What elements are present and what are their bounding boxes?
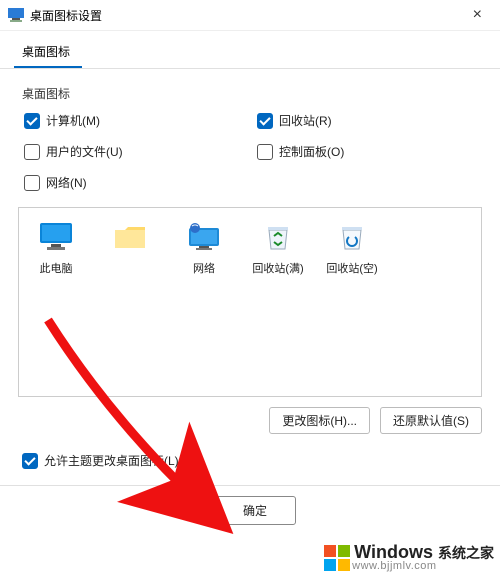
checkbox-box-icon [24, 113, 40, 129]
checkbox-computer[interactable]: 计算机(M) [24, 112, 249, 129]
group-label-desktop-icons: 桌面图标 [18, 79, 482, 110]
app-icon [8, 8, 24, 22]
close-button[interactable]: × [467, 6, 488, 24]
folder-icon [113, 222, 147, 252]
tab-row: 桌面图标 [0, 31, 500, 69]
recycle-empty-icon [335, 222, 369, 252]
title-bar: 桌面图标设置 × [0, 0, 500, 31]
checkbox-label: 控制面板(O) [279, 143, 344, 160]
content-area: 桌面图标 计算机(M) 回收站(R) 用户的文件(U) 控制面板(O) 网络(N… [0, 69, 500, 525]
icon-label: 此电脑 [40, 260, 73, 276]
icon-item-network[interactable]: 网络 [167, 222, 241, 276]
watermark-text: Windows [354, 542, 433, 562]
windows-logo-icon [324, 545, 350, 571]
icon-item-recyclebin-full[interactable]: 回收站(满) [241, 222, 315, 276]
checkbox-label: 允许主题更改桌面图标(L) [44, 452, 179, 469]
watermark-url: www.bjjmlv.com [352, 561, 494, 572]
checkbox-label: 网络(N) [46, 174, 87, 191]
restore-default-button[interactable]: 还原默认值(S) [380, 407, 482, 434]
checkbox-allow-themes[interactable]: 允许主题更改桌面图标(L) [22, 452, 482, 469]
icon-item-recyclebin-empty[interactable]: 回收站(空) [315, 222, 389, 276]
checkbox-box-icon [22, 453, 38, 469]
checkbox-box-icon [24, 175, 40, 191]
checkbox-grid: 计算机(M) 回收站(R) 用户的文件(U) 控制面板(O) 网络(N) [18, 110, 482, 197]
tab-desktop-icons[interactable]: 桌面图标 [14, 39, 82, 68]
allow-themes-row: 允许主题更改桌面图标(L) [18, 438, 482, 469]
icon-preview-panel: 此电脑 网络 回收站(满) 回收站(空) [18, 207, 482, 397]
icon-label: 回收站(满) [252, 260, 303, 276]
icon-label: 网络 [193, 260, 215, 276]
checkbox-box-icon [257, 113, 273, 129]
checkbox-label: 计算机(M) [46, 112, 100, 129]
icon-item-folder[interactable] [93, 222, 167, 260]
checkbox-box-icon [24, 144, 40, 160]
network-icon [187, 222, 221, 252]
icon-buttons-row: 更改图标(H)... 还原默认值(S) [18, 397, 482, 438]
checkbox-label: 用户的文件(U) [46, 143, 123, 160]
window-title: 桌面图标设置 [30, 7, 467, 24]
icon-label: 回收站(空) [326, 260, 377, 276]
checkbox-label: 回收站(R) [279, 112, 332, 129]
dialog-buttons-row: 确定 [18, 486, 482, 525]
checkbox-network[interactable]: 网络(N) [24, 174, 249, 191]
checkbox-userfiles[interactable]: 用户的文件(U) [24, 143, 249, 160]
icon-item-thispc[interactable]: 此电脑 [19, 222, 93, 276]
ok-button[interactable]: 确定 [214, 496, 296, 525]
checkbox-box-icon [257, 144, 273, 160]
change-icon-button[interactable]: 更改图标(H)... [269, 407, 370, 434]
watermark: Windows 系统之家 www.bjjmlv.com [324, 543, 494, 572]
monitor-icon [39, 222, 73, 252]
watermark-sub: 系统之家 [438, 545, 494, 561]
checkbox-controlpanel[interactable]: 控制面板(O) [257, 143, 482, 160]
recycle-full-icon [261, 222, 295, 252]
checkbox-recyclebin[interactable]: 回收站(R) [257, 112, 482, 129]
